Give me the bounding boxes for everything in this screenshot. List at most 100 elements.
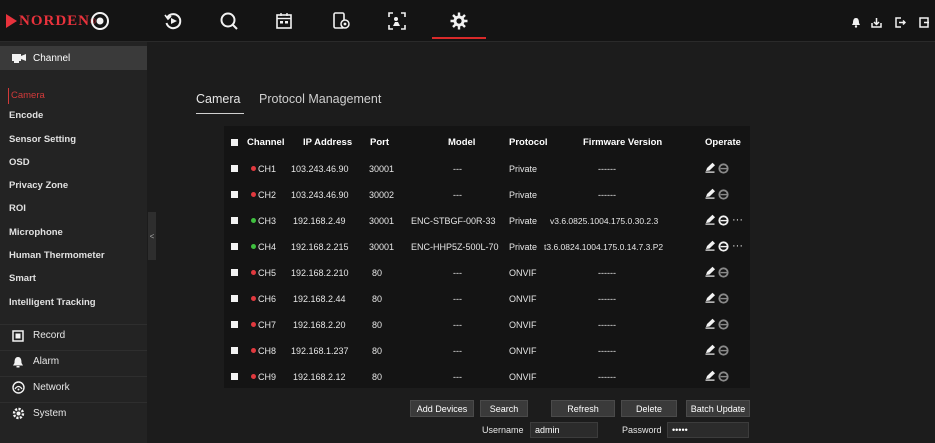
cell-protocol: ONVIF	[509, 372, 537, 382]
table-row: CH8 192.168.1.237 80 --- ONVIF ------	[224, 338, 750, 364]
status-offline-dot	[251, 166, 256, 171]
cell-channel: CH9	[258, 372, 277, 382]
tab-protocol-management[interactable]: Protocol Management	[259, 92, 381, 106]
calendar-icon[interactable]	[272, 0, 296, 42]
sidebar-item-osd[interactable]: OSD	[9, 155, 145, 171]
sidebar-collapse-toggle[interactable]: <	[148, 212, 156, 260]
cell-channel: CH8	[258, 346, 277, 356]
edit-icon[interactable]	[705, 188, 716, 201]
search-icon[interactable]	[217, 0, 241, 42]
web-access-icon[interactable]	[718, 215, 729, 228]
sidebar-item-intelligent-tracking[interactable]: Intelligent Tracking	[9, 295, 145, 311]
cell-model: ENC-STBGF-00R-33	[411, 216, 496, 226]
search-button[interactable]: Search	[480, 400, 528, 417]
download-icon[interactable]	[869, 15, 883, 29]
exit-icon[interactable]	[917, 15, 931, 29]
status-offline-dot	[251, 322, 256, 327]
batch-update-button[interactable]: Batch Update	[686, 400, 750, 417]
table-row: CH7 192.168.2.20 80 --- ONVIF ------	[224, 312, 750, 338]
sidebar-item-encode[interactable]: Encode	[9, 108, 145, 124]
sidebar-item-smart[interactable]: Smart	[9, 271, 145, 287]
sidebar-item-roi[interactable]: ROI	[9, 201, 145, 217]
edit-icon[interactable]	[705, 344, 716, 357]
add-devices-button[interactable]: Add Devices	[410, 400, 474, 417]
username-field[interactable]: admin	[530, 422, 598, 438]
top-bar: NORDEN ®	[0, 0, 935, 42]
more-options-icon[interactable]: ···	[732, 208, 743, 234]
cell-model: ---	[453, 320, 462, 330]
sidebar-item-sensor-setting[interactable]: Sensor Setting	[9, 132, 145, 148]
web-access-icon[interactable]	[718, 163, 729, 176]
tab-camera[interactable]: Camera	[196, 92, 240, 106]
cell-port: 80	[372, 268, 383, 278]
refresh-button[interactable]: Refresh	[551, 400, 615, 417]
cell-port: 80	[372, 320, 383, 330]
web-access-icon[interactable]	[718, 371, 729, 384]
playback-icon[interactable]	[161, 0, 185, 42]
table-row: CH2 103.243.46.90 30002 --- Private ------	[224, 182, 750, 208]
password-field[interactable]: •••••	[667, 422, 749, 438]
cell-firmware-version: ------	[598, 372, 616, 382]
edit-icon[interactable]	[705, 214, 716, 227]
sidebar-item-record[interactable]: Record	[0, 324, 147, 346]
row-checkbox[interactable]	[231, 295, 238, 302]
edit-icon[interactable]	[705, 162, 716, 175]
sidebar-item-label: Network	[33, 382, 70, 393]
row-checkbox[interactable]	[231, 321, 238, 328]
sidebar-item-microphone[interactable]: Microphone	[9, 225, 145, 241]
row-checkbox[interactable]	[231, 269, 238, 276]
edit-icon[interactable]	[705, 240, 716, 253]
cell-firmware-version: ------	[598, 164, 616, 174]
edit-icon[interactable]	[705, 266, 716, 279]
row-checkbox[interactable]	[231, 217, 238, 224]
sidebar-item-alarm[interactable]: Alarm	[0, 350, 147, 372]
web-access-icon[interactable]	[718, 241, 729, 254]
row-checkbox[interactable]	[231, 165, 238, 172]
delete-button[interactable]: Delete	[621, 400, 677, 417]
logout-icon[interactable]	[893, 15, 907, 29]
web-access-icon[interactable]	[718, 293, 729, 306]
row-checkbox[interactable]	[231, 373, 238, 380]
cell-protocol: Private	[509, 190, 538, 200]
table-row: CH9 192.168.2.12 80 --- ONVIF ------	[224, 364, 750, 390]
username-label: Username	[482, 425, 524, 435]
status-offline-dot	[251, 348, 256, 353]
web-access-icon[interactable]	[718, 189, 729, 202]
smart-analysis-icon[interactable]	[385, 0, 409, 42]
status-offline-dot	[251, 270, 256, 275]
table-row: CH4 192.168.2.215 30001 ENC-HHP5Z-500L-70 Pr…	[224, 234, 750, 260]
header-protocol: Protocol	[509, 137, 548, 148]
row-checkbox[interactable]	[231, 347, 238, 354]
web-access-icon[interactable]	[718, 267, 729, 280]
sidebar-item-human-thermometer[interactable]: Human Thermometer	[9, 248, 145, 264]
row-checkbox[interactable]	[231, 243, 238, 250]
notification-bell-icon[interactable]	[849, 15, 863, 29]
record-icon	[11, 329, 25, 343]
sidebar-item-network[interactable]: Network	[0, 376, 147, 398]
edit-icon[interactable]	[705, 292, 716, 305]
edit-icon[interactable]	[705, 318, 716, 331]
web-access-icon[interactable]	[718, 319, 729, 332]
cell-firmware-version: ------	[598, 294, 616, 304]
settings-gear-icon[interactable]	[447, 0, 471, 42]
select-all-checkbox[interactable]	[231, 139, 238, 146]
cell-port: 30001	[369, 164, 395, 174]
device-settings-icon[interactable]	[329, 0, 353, 42]
cell-model: ---	[453, 164, 462, 174]
web-access-icon[interactable]	[718, 345, 729, 358]
row-checkbox[interactable]	[231, 191, 238, 198]
sidebar-item-privacy-zone[interactable]: Privacy Zone	[9, 178, 145, 194]
cell-protocol: Private	[509, 216, 538, 226]
sidebar: Channel Camera Encode Sensor Setting OSD…	[0, 42, 147, 443]
live-view-icon[interactable]	[88, 0, 112, 42]
sidebar-item-system[interactable]: System	[0, 402, 147, 424]
cell-channel: CH2	[258, 190, 277, 200]
edit-icon[interactable]	[705, 370, 716, 383]
sidebar-header-channel[interactable]: Channel	[0, 46, 147, 70]
cell-protocol: Private	[509, 242, 538, 252]
cell-firmware-version: ------	[598, 268, 616, 278]
sidebar-item-label: Alarm	[33, 356, 60, 367]
sidebar-item-camera[interactable]: Camera	[8, 88, 144, 104]
more-options-icon[interactable]: ···	[732, 234, 743, 260]
sidebar-header-label: Channel	[33, 52, 71, 64]
